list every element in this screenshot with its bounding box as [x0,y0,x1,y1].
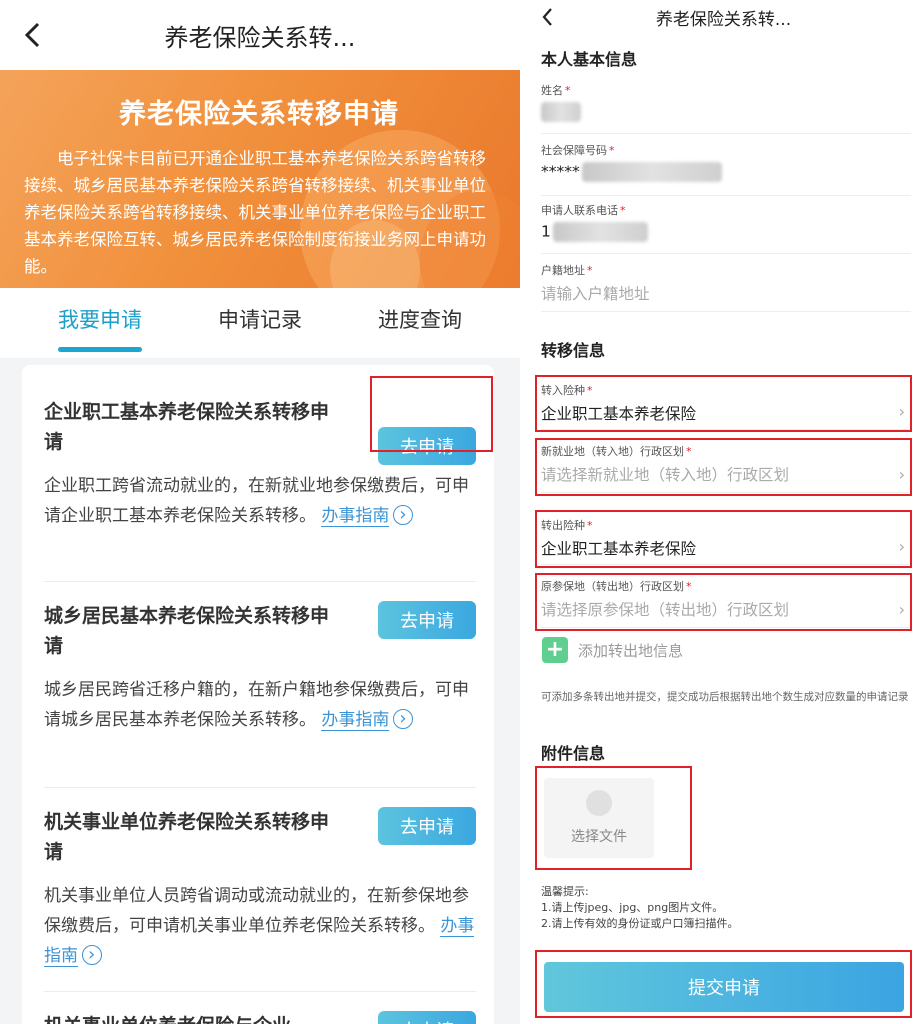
top-bar: 养老保险关系转... [0,0,520,70]
helper-note: 可添加多条转出地并提交，提交成功后根据转出地个数生成对应数量的申请记录 [541,691,909,703]
guide-link[interactable]: 办事指南 [321,506,390,527]
tips-title: 温馨提示: [541,885,589,898]
info-banner: 养老保险关系转移申请 电子社保卡目前已开通企业职工基本养老保险关系跨省转移接续、… [0,70,520,288]
highlight-box [535,950,912,1018]
item-title: 城乡居民基本养老保险关系转移申请 [44,605,330,657]
field-label: 申请人联系电话 * [541,204,626,217]
apply-card: 企业职工基本养老保险关系转移申请 去申请 企业职工跨省流动就业的，在新就业地参保… [22,365,494,1024]
field-placeholder: 请输入户籍地址 [541,285,650,303]
required-mark: * [565,84,571,97]
required-mark: * [620,204,626,217]
highlight-box [535,573,912,631]
arrow-circle-icon[interactable] [82,940,102,970]
field-label: 姓名 * [541,84,571,97]
back-arrow-icon[interactable] [18,18,48,52]
field-value: 1 [541,222,911,242]
attachment-heading: 附件信息 [541,744,606,763]
add-label: 添加转出地信息 [578,641,684,660]
transfer-form-screen: 养老保险关系转... 本人基本信息 姓名 * 社会保障号码 * ***** 申请人联… [530,0,917,1024]
required-mark: * [609,144,615,157]
address-field[interactable]: 户籍地址 * 请输入户籍地址 [541,262,911,312]
item-description: 企业职工跨省流动就业的，在新就业地参保缴费后，可申请企业职工基本养老保险关系转移… [44,471,476,531]
list-item: 城乡居民基本养老保险关系转移申请 去申请 城乡居民跨省迁移户籍的，在新户籍地参保… [44,601,476,735]
item-title: 企业职工基本养老保险关系转移申请 [44,401,330,453]
page-title: 养老保险关系转... [655,9,792,30]
list-item: 机关事业单位养老保险与企业 去申请 [44,1011,476,1024]
banner-title: 养老保险关系转移申请 [119,99,399,130]
divider [44,581,476,582]
ssn-field[interactable]: 社会保障号码 * ***** [541,142,911,196]
list-item: 机关事业单位养老保险关系转移申请 去申请 机关事业单位人员跨省调动或流动就业的，… [44,807,476,971]
apply-button[interactable]: 去申请 [378,807,476,845]
item-title: 机关事业单位养老保险关系转移申请 [44,811,330,863]
name-field[interactable]: 姓名 * [541,82,911,134]
phone-field[interactable]: 申请人联系电话 * 1 [541,202,911,254]
top-bar: 养老保险关系转... [530,0,917,34]
item-description: 城乡居民跨省迁移户籍的，在新户籍地参保缴费后，可申请城乡居民基本养老保险关系转移… [44,675,476,735]
field-value [541,102,911,122]
arrow-circle-icon[interactable] [393,704,414,734]
required-mark: * [587,264,593,277]
tips-line: 2.请上传有效的身份证或户口簿扫描件。 [541,917,739,930]
field-label: 户籍地址 * [541,264,593,277]
divider [44,787,476,788]
basic-info-heading: 本人基本信息 [541,50,638,69]
highlight-box [535,438,912,496]
redacted-value [581,162,722,182]
back-arrow-icon[interactable] [540,6,554,28]
highlight-box [535,510,912,568]
field-value: ***** [541,162,911,182]
banner-description: 电子社保卡目前已开通企业职工基本养老保险关系跨省转移接续、城乡居民基本养老保险关… [24,149,486,276]
redacted-value [541,102,581,122]
item-title: 机关事业单位养老保险与企业 [44,1011,334,1024]
transfer-info-heading: 转移信息 [541,341,606,360]
item-description: 机关事业单位人员跨省调动或流动就业的，在新参保地参保缴费后，可申请机关事业单位养… [44,881,476,971]
apply-button[interactable]: 去申请 [378,1011,476,1024]
tab-records[interactable]: 申请记录 [218,304,302,342]
arrow-circle-icon[interactable] [393,500,414,530]
item-desc-text: 机关事业单位人员跨省调动或流动就业的，在新参保地参保缴费后，可申请机关事业单位养… [44,886,469,936]
tips: 温馨提示: 1.请上传jpeg、jpg、png图片文件。 2.请上传有效的身份证… [541,884,739,932]
highlight-box [370,376,493,452]
tab-progress[interactable]: 进度查询 [378,304,462,342]
tips-line: 1.请上传jpeg、jpg、png图片文件。 [541,901,724,914]
apply-button[interactable]: 去申请 [378,601,476,639]
page-title: 养老保险关系转... [164,23,356,52]
tab-bar: 我要申请 申请记录 进度查询 [0,288,520,358]
plus-icon: + [542,637,568,663]
apply-list-screen: 养老保险关系转... 养老保险关系转移申请 电子社保卡目前已开通企业职工基本养老… [0,0,520,1024]
divider [44,991,476,992]
tab-apply[interactable]: 我要申请 [58,304,142,352]
field-label: 社会保障号码 * [541,144,615,157]
redacted-value [552,222,648,242]
highlight-box [535,766,692,870]
add-transfer-out-button[interactable]: + 添加转出地信息 [542,637,683,663]
highlight-box [535,375,912,432]
guide-link[interactable]: 办事指南 [321,710,390,731]
